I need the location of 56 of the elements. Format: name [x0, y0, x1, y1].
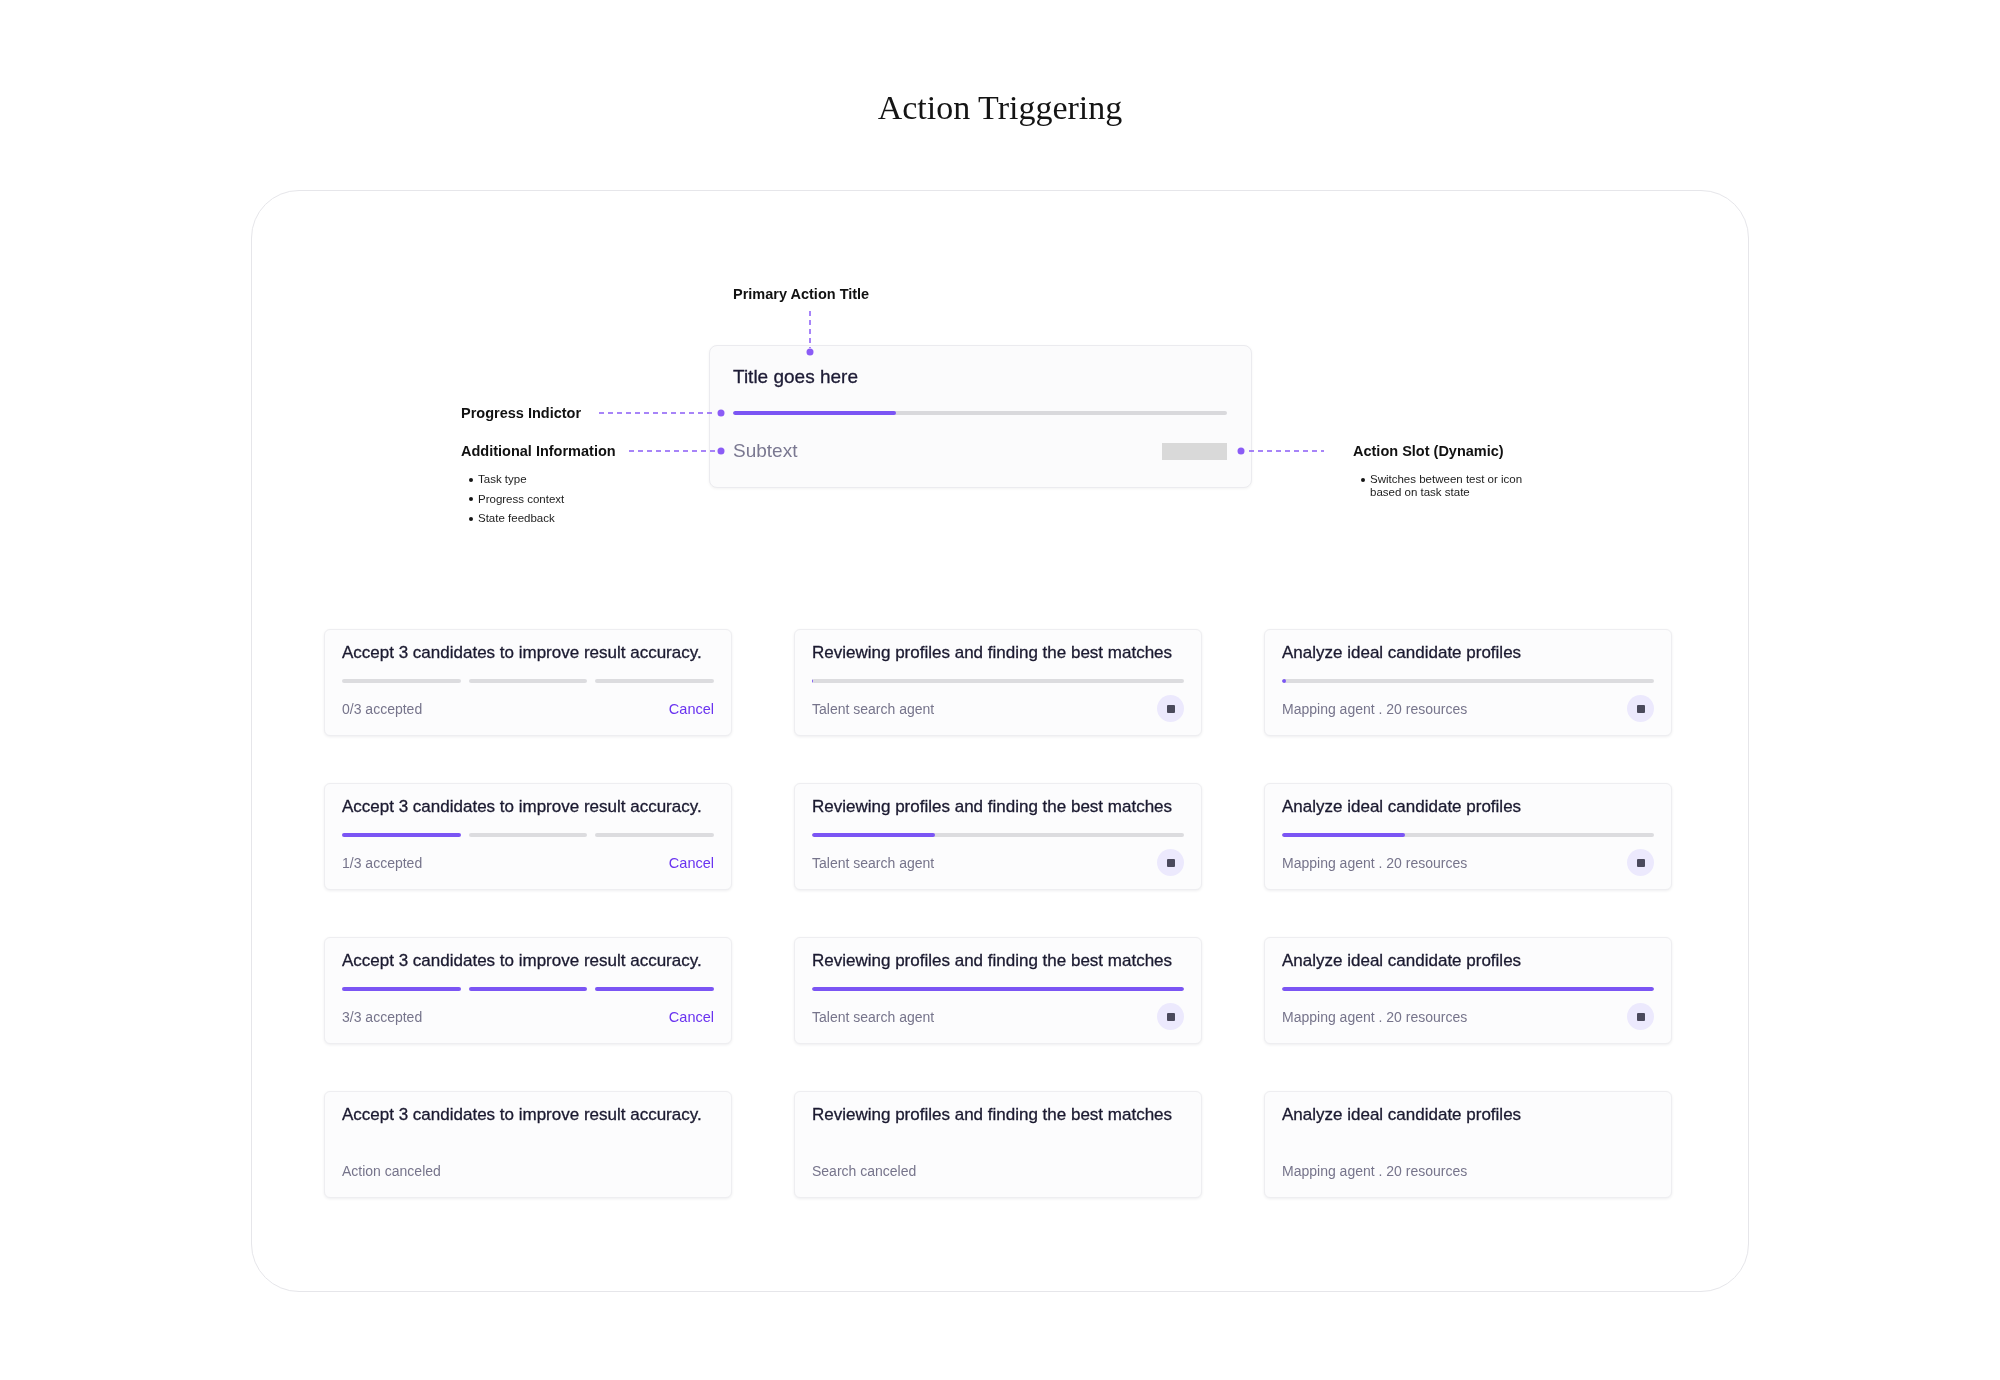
card-subtext: Search canceled: [812, 1161, 917, 1180]
stop-button[interactable]: [1157, 1003, 1184, 1030]
card-subtext: Mapping agent . 20 resources: [1282, 699, 1468, 718]
bullet-icon: [1361, 477, 1365, 482]
action-slot-placeholder: [1162, 442, 1227, 460]
bullet-text: Switches between test or icon based on task state: [1370, 473, 1524, 499]
card-title: Analyze ideal candidate profiles: [1282, 796, 1522, 818]
card-title: Title goes here: [733, 365, 858, 389]
stop-icon: [1636, 858, 1645, 867]
card-subtext: Mapping agent . 20 resources: [1282, 853, 1468, 872]
stop-button[interactable]: [1157, 695, 1184, 722]
annotation-label: Primary Action Title: [733, 285, 870, 303]
stop-icon: [1636, 704, 1645, 713]
stop-icon: [1166, 1012, 1175, 1021]
card-subtext: Talent search agent: [812, 699, 935, 718]
stop-icon: [1166, 858, 1175, 867]
card-subtext: Mapping agent . 20 resources: [1282, 1007, 1468, 1026]
card-title: Reviewing profiles and finding the best matches: [812, 796, 1173, 818]
annotation-label: Action Slot (Dynamic): [1353, 442, 1504, 460]
card-title: Analyze ideal candidate profiles: [1282, 1104, 1522, 1126]
card-subtext: Talent search agent: [812, 853, 935, 872]
bullet-text: Progress context: [478, 492, 565, 506]
card-title: Accept 3 candidates to improve result accuracy.: [342, 642, 702, 664]
card-subtext: Talent search agent: [812, 1007, 935, 1026]
card-title: Accept 3 candidates to improve result accuracy.: [342, 796, 702, 818]
stop-button[interactable]: [1627, 849, 1654, 876]
stop-icon: [1166, 704, 1175, 713]
card-subtext: 3/3 accepted: [342, 1007, 423, 1026]
cancel-link[interactable]: Cancel: [668, 1007, 714, 1026]
stop-button[interactable]: [1627, 1003, 1654, 1030]
stop-button[interactable]: [1157, 849, 1184, 876]
card-subtext: 1/3 accepted: [342, 853, 423, 872]
card-title: Reviewing profiles and finding the best matches: [812, 1104, 1173, 1126]
annotation-label: Progress Indictor: [461, 404, 582, 422]
card-title: Analyze ideal candidate profiles: [1282, 642, 1522, 664]
card-subtext: Subtext: [733, 439, 798, 463]
card-title: Accept 3 candidates to improve result accuracy.: [342, 1104, 702, 1126]
stop-button[interactable]: [1627, 695, 1654, 722]
bullet-text: State feedback: [478, 512, 555, 525]
stop-icon: [1636, 1012, 1645, 1021]
card-title: Analyze ideal candidate profiles: [1282, 950, 1522, 972]
bullet-icon: [469, 516, 473, 521]
page-title: Action Triggering: [877, 88, 1123, 128]
card-title: Accept 3 candidates to improve result accuracy.: [342, 950, 702, 972]
cancel-link[interactable]: Cancel: [668, 853, 714, 872]
bullet-text: Task type: [478, 473, 527, 486]
card-title: Reviewing profiles and finding the best matches: [812, 950, 1173, 972]
card-subtext: Action canceled: [342, 1161, 441, 1180]
cancel-link[interactable]: Cancel: [668, 699, 714, 718]
annotation-label: Additional Information: [461, 442, 616, 460]
card-subtext: 0/3 accepted: [342, 699, 423, 718]
bullet-icon: [469, 477, 473, 482]
bullet-icon: [469, 497, 473, 501]
card-subtext: Mapping agent . 20 resources: [1282, 1161, 1468, 1180]
dashed-connector: [806, 311, 814, 356]
card-title: Reviewing profiles and finding the best matches: [812, 642, 1173, 664]
